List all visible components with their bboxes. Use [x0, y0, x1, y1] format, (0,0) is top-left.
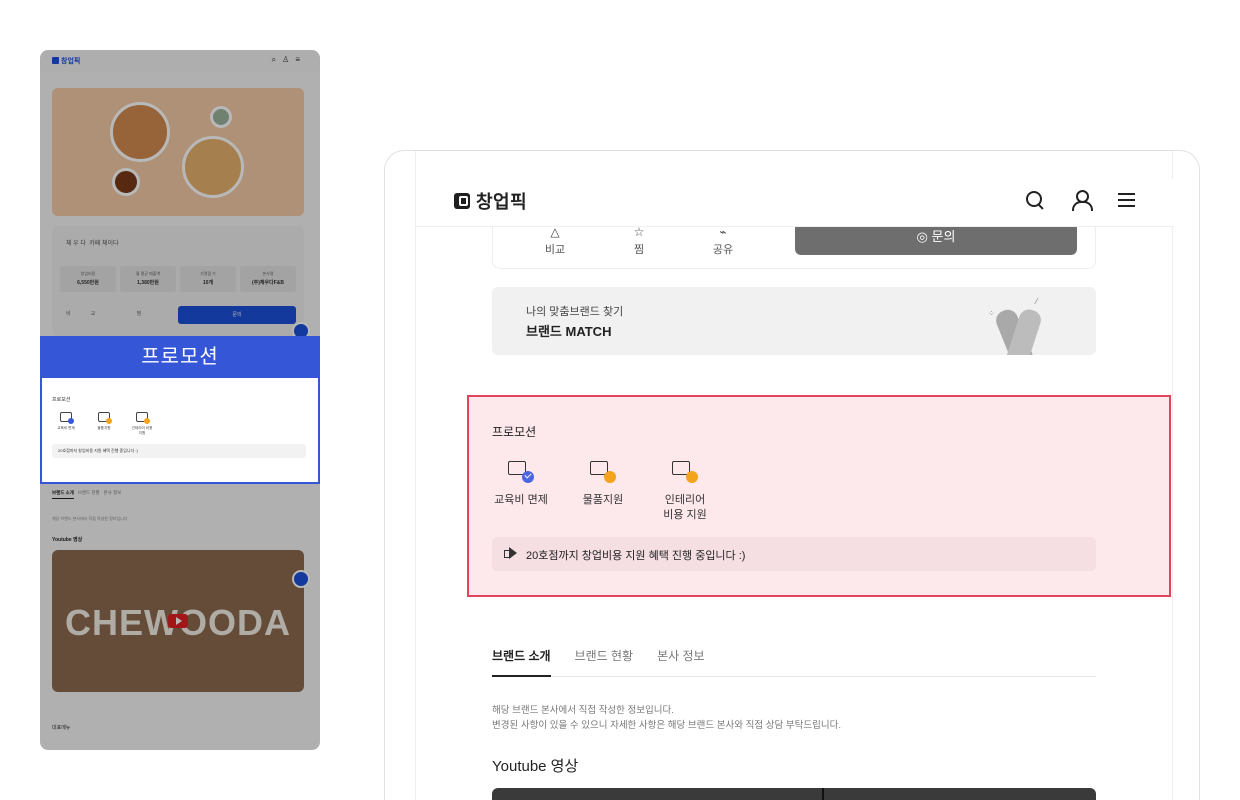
tab-brand-status[interactable]: 브랜드 현황 — [575, 647, 634, 677]
thumb-promo-item: 물품지원 — [92, 412, 116, 436]
zoomed-view-frame: 창업픽 △ 비교 ☆ 찜 ⌁ 공유 ◎ 문의 나의 맞춤브랜드 찾기 브랜드 MATC… — [384, 150, 1200, 800]
header-icons — [1024, 189, 1138, 211]
promotion-notice: 20호점까지 창업비용 지원 혜택 진행 중입니다 :) — [492, 537, 1096, 571]
thumb-promo-title: 프로모션 — [52, 397, 71, 403]
menu-icon[interactable] — [1116, 189, 1138, 211]
share-icon: ⌁ — [719, 225, 727, 239]
match-subtitle: 나의 맞춤브랜드 찾기 — [526, 306, 624, 318]
thumb-promo-box: 프로모션 교육비 면제 물품지원 인테리어 비용 지원 20호점까지 창업비용 … — [40, 378, 320, 484]
interior-icon — [136, 412, 150, 424]
promotion-section-highlight: 프로모션 교육비 면제 물품지원 인테리어 비용 지원 20호점까지 창업비용 지… — [467, 395, 1171, 597]
thumb-stats: 창업비용 6,550만원 월 평균 매출액 1,380만원 가맹점 수 10개 본사명… — [60, 266, 296, 292]
high-five-icon: ⁘ ⁄ — [986, 295, 1046, 355]
compare-button[interactable]: △ 비교 — [525, 225, 585, 257]
youtube-heading: Youtube 영상 — [492, 758, 579, 775]
thumb-promo-notice: 20호점까지 창업비용 지원 혜택 진행 중입니다 :) — [52, 444, 306, 458]
promotion-title: 프로모션 — [492, 425, 537, 439]
thumb-tabs: 브랜드 소개 브랜드 현황 본사 정보 — [52, 490, 121, 499]
thumb-header-icons: ⌕♙≡ — [271, 55, 306, 64]
mobile-page-thumbnail: 창업픽 ⌕♙≡ 체 우 다 카페 체이다 창업비용 6,550만원 월 평균 매출… — [40, 50, 320, 750]
share-button[interactable]: ⌁ 공유 — [693, 225, 753, 257]
thumb-header: 창업픽 ⌕♙≡ — [40, 50, 320, 72]
brand-match-banner[interactable]: 나의 맞춤브랜드 찾기 브랜드 MATCH ⁘ ⁄ — [492, 287, 1096, 355]
tab-hq-info[interactable]: 본사 정보 — [657, 647, 705, 677]
box-icon — [98, 412, 112, 424]
thumb-video: CHEWOODA — [52, 550, 304, 692]
thumb-brand-card: 체 우 다 카페 체이다 창업비용 6,550만원 월 평균 매출액 1,380만원… — [52, 226, 304, 336]
thumb-promo-icons: 교육비 면제 물품지원 인테리어 비용 지원 — [54, 412, 154, 436]
tab-brand-intro[interactable]: 브랜드 소개 — [492, 647, 551, 677]
site-header: 창업픽 — [416, 179, 1174, 227]
match-title: 브랜드 MATCH — [526, 324, 612, 339]
box-icon — [590, 459, 616, 483]
zoomed-page: 창업픽 △ 비교 ☆ 찜 ⌁ 공유 ◎ 문의 나의 맞춤브랜드 찾기 브랜드 MATC… — [415, 151, 1174, 800]
brand-action-row: △ 비교 ☆ 찜 ⌁ 공유 ◎ 문의 — [492, 225, 1096, 269]
thumb-menu-heading: 대표메뉴 — [52, 725, 71, 731]
user-icon[interactable] — [1070, 189, 1093, 211]
thumb-stat: 창업비용 6,550만원 — [60, 266, 116, 292]
thumb-inquiry-button: 문의 — [178, 306, 296, 324]
book-icon — [508, 459, 534, 483]
thumb-youtube-heading: Youtube 영상 — [52, 537, 83, 543]
intro-line: 변경된 사항이 있을 수 있으니 자세한 사항은 해당 브랜드 본사와 직접 상… — [492, 720, 841, 731]
interior-icon — [672, 459, 698, 483]
site-logo[interactable]: 창업픽 — [454, 188, 527, 214]
thumb-logo: 창업픽 — [52, 56, 80, 66]
thumb-stat: 월 평균 매출액 1,380만원 — [120, 266, 176, 292]
search-icon[interactable] — [1024, 189, 1046, 211]
play-icon — [168, 614, 188, 628]
brand-tabs: 브랜드 소개 브랜드 현황 본사 정보 — [492, 647, 1096, 677]
thumb-note: 해당 브랜드 본사에서 직접 작성한 정보입니다. — [52, 516, 129, 521]
thumb-stat: 본사명 (주)체우다F&B — [240, 266, 296, 292]
thumb-brand-name: 체 우 다 카페 체이다 — [66, 241, 119, 247]
star-icon: ☆ — [633, 225, 645, 239]
intro-line: 해당 브랜드 본사에서 직접 작성한 정보입니다. — [492, 705, 674, 716]
thumb-hero-image — [52, 88, 304, 216]
promo-item-interior[interactable]: 인테리어 비용 지원 — [651, 459, 719, 523]
wish-button[interactable]: ☆ 찜 — [609, 225, 669, 257]
thumb-chat-float-icon — [292, 570, 310, 588]
promo-item-education[interactable]: 교육비 면제 — [487, 459, 555, 523]
thumb-promo-item: 교육비 면제 — [54, 412, 78, 436]
brand-intro-note: 해당 브랜드 본사에서 직접 작성한 정보입니다. 변경된 사항이 있을 수 있… — [492, 703, 841, 733]
youtube-video-preview[interactable] — [492, 788, 1096, 800]
thumb-promo-item: 인테리어 비용 지원 — [130, 412, 154, 436]
promotion-items: 교육비 면제 물품지원 인테리어 비용 지원 — [487, 459, 719, 523]
thumb-stat: 가맹점 수 10개 — [180, 266, 236, 292]
logo-text: 창업픽 — [476, 192, 528, 212]
logo-icon — [454, 193, 470, 209]
promotion-notice-text: 20호점까지 창업비용 지원 혜택 진행 중입니다 :) — [526, 550, 746, 562]
compare-icon: △ — [550, 225, 560, 239]
inquiry-button[interactable]: ◎ 문의 — [795, 227, 1077, 255]
thumb-promo-band: 프로모션 — [40, 336, 320, 378]
promo-item-supplies[interactable]: 물품지원 — [569, 459, 637, 523]
book-icon — [60, 412, 74, 424]
megaphone-icon — [504, 547, 518, 559]
